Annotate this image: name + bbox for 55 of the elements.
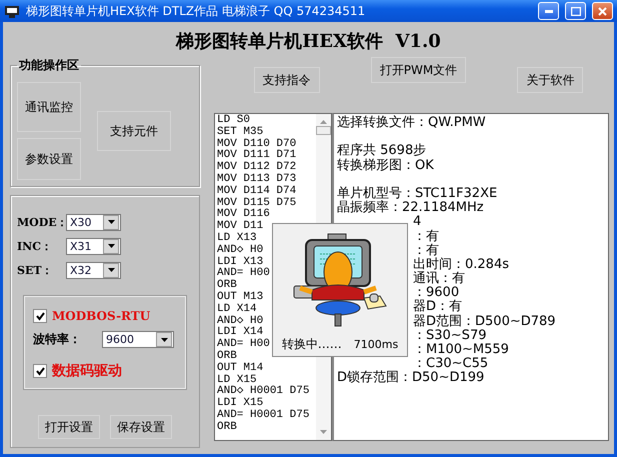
instruction-line: LD X15 bbox=[217, 374, 257, 386]
instruction-line: MOV D113 D73 bbox=[217, 174, 296, 186]
instruction-line: ORB bbox=[217, 422, 237, 434]
output-line: ：9600 bbox=[413, 286, 460, 300]
instruction-line: SET M35 bbox=[217, 126, 264, 138]
instruction-line: MOV D114 D74 bbox=[217, 186, 296, 198]
field-label: INC： bbox=[17, 238, 53, 254]
instruction-line: MOV D116 bbox=[217, 209, 270, 220]
output-line: ：M100~M559 bbox=[413, 343, 509, 357]
instruction-line: AND◇ H0 bbox=[217, 244, 264, 256]
instruction-line: AND= H00 bbox=[217, 268, 270, 280]
instruction-line: LD X13 bbox=[217, 232, 257, 244]
instruction-line: OUT M13 bbox=[217, 292, 264, 304]
instruction-line: MOV D110 D70 bbox=[217, 138, 296, 150]
group-title: 功能操作区 bbox=[18, 57, 80, 74]
elapsed-time: 7100ms bbox=[354, 338, 398, 351]
instruction-line: MOV D115 D75 bbox=[217, 198, 296, 209]
instruction-line: AND◇ H0001 D75 bbox=[217, 386, 310, 398]
instruction-line: ORB bbox=[217, 350, 237, 362]
output-line: 转换梯形图：OK bbox=[337, 158, 434, 173]
output-line: 4 bbox=[413, 215, 422, 230]
output-line: 选择转换文件：QW.PMW bbox=[337, 116, 486, 130]
output-line: ：S30~S79 bbox=[413, 328, 486, 343]
checkbox-label: MODBOS-RTU bbox=[52, 309, 150, 323]
instruction-line: MOV D111 D71 bbox=[217, 150, 296, 162]
field-label: SET： bbox=[17, 262, 54, 278]
field-label: MODE： bbox=[17, 214, 66, 230]
output-line: ：C30~C55 bbox=[413, 357, 488, 372]
output-line: 器D范围：D500~D789 bbox=[413, 314, 556, 329]
output-line: ：有 bbox=[413, 230, 439, 244]
instruction-line: LDI X13 bbox=[217, 256, 264, 268]
instruction-line: AND= H00 bbox=[217, 339, 270, 350]
instruction-line: LDI X14 bbox=[217, 327, 264, 338]
status-text: 转换中…… bbox=[282, 336, 342, 353]
instruction-line: LDI X15 bbox=[217, 398, 264, 410]
output-line: 晶振频率：22.1184MHz bbox=[337, 201, 484, 216]
instruction-line: MOV D11 bbox=[217, 221, 264, 232]
output-line: 单片机型号：STC11F32XE bbox=[337, 186, 498, 201]
instruction-line: ORB bbox=[217, 280, 237, 292]
instruction-line: LD S0 bbox=[217, 115, 250, 126]
field-label: 波特率： bbox=[33, 331, 82, 348]
output-line: ：有 bbox=[413, 244, 439, 258]
window-title: 梯形图转单片机HEX软件 DTLZ作品 电梯浪子 QQ 574234511 bbox=[26, 2, 366, 20]
app-heading: 梯形图转单片机HEX软件 V1.0 bbox=[174, 30, 442, 54]
output-line: 通讯：有 bbox=[413, 272, 465, 286]
checkbox-label: 数据码驱动 bbox=[52, 362, 122, 380]
instruction-line: MOV D112 D72 bbox=[217, 162, 296, 174]
instruction-line: AND◇ H0 bbox=[217, 316, 264, 327]
instruction-line: OUT M14 bbox=[217, 362, 264, 374]
instruction-line: AND= H0001 D75 bbox=[217, 410, 310, 422]
output-line: 程序共 5698步 bbox=[337, 144, 426, 158]
output-line: 出时间：0.284s bbox=[413, 258, 509, 272]
output-line: 器D：有 bbox=[413, 300, 462, 314]
instruction-line: LD X14 bbox=[217, 304, 257, 316]
output-line: D锁存范围：D50~D199 bbox=[337, 371, 484, 386]
